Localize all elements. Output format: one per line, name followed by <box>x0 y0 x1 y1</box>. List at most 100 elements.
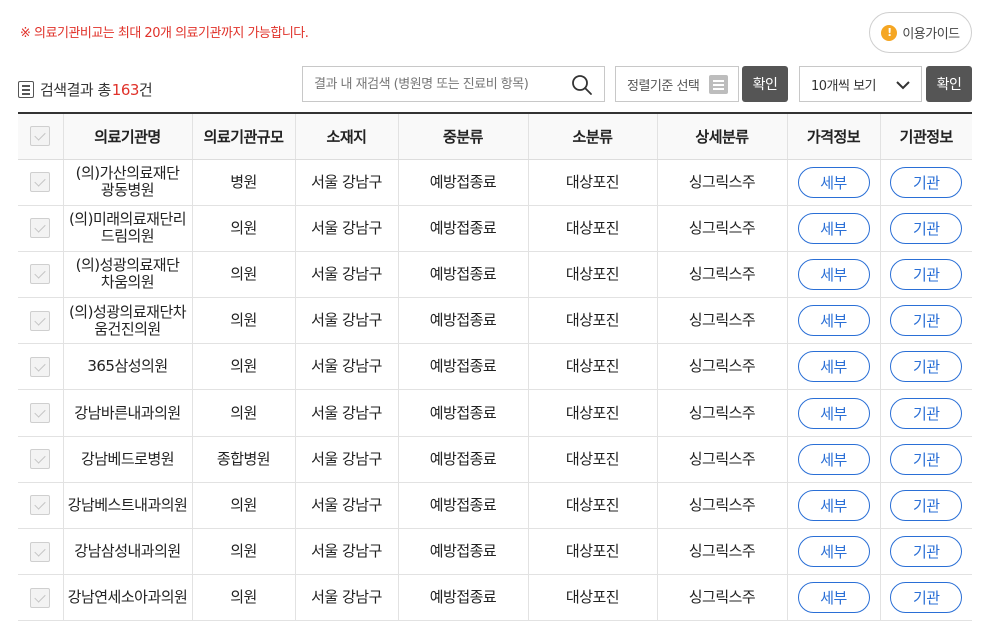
mid-category: 예방접종료 <box>397 343 528 391</box>
table-row: 강남베드로병원 종합병원 서울 강남구 예방접종료 대상포진 싱그릭스주 세부 기관 <box>18 436 972 483</box>
institution-location: 서울 강남구 <box>294 251 398 299</box>
table-header-row: 의료기관명 의료기관규모 소재지 중분류 소분류 상세분류 가격정보 기관정보 <box>18 113 972 160</box>
price-info-cell: 세부 <box>786 436 880 483</box>
result-count-wrap: 163건 <box>112 79 153 100</box>
small-category: 대상포진 <box>527 528 657 576</box>
org-info-button[interactable]: 기관 <box>890 351 963 383</box>
price-detail-button[interactable]: 세부 <box>797 397 870 429</box>
row-checkbox[interactable] <box>30 587 51 608</box>
per-page-select[interactable]: 10개씩 보기 <box>799 66 922 102</box>
header-small-category: 소분류 <box>527 113 657 160</box>
row-checkbox[interactable] <box>30 264 51 285</box>
header-org-info: 기관정보 <box>879 113 972 160</box>
result-suffix: 건 <box>138 81 153 99</box>
table-row: (의)성광의료재단차움건진의원 의원 서울 강남구 예방접종료 대상포진 싱그릭스주 세부 기… <box>18 297 972 345</box>
org-info-button[interactable]: 기관 <box>890 212 963 244</box>
institution-location: 서울 강남구 <box>294 574 398 622</box>
user-guide-button[interactable]: ! 이용가이드 <box>869 12 972 53</box>
row-checkbox[interactable] <box>30 541 51 562</box>
price-detail-button[interactable]: 세부 <box>797 305 870 337</box>
org-info-cell: 기관 <box>879 528 972 576</box>
results-table: 의료기관명 의료기관규모 소재지 중분류 소분류 상세분류 가격정보 기관정보 … <box>18 112 972 622</box>
institution-name: (의)미래의료재단리드림의원 <box>62 205 192 252</box>
institution-name: 강남베드로병원 <box>62 436 192 483</box>
detail-category: 싱그릭스주 <box>656 482 787 530</box>
price-detail-button[interactable]: 세부 <box>797 582 870 614</box>
row-select-cell <box>18 528 63 576</box>
row-select-cell <box>18 343 63 391</box>
header-size: 의료기관규모 <box>191 113 295 160</box>
per-page-selected: 10개씩 보기 <box>811 78 877 94</box>
org-info-button[interactable]: 기관 <box>890 258 963 290</box>
list-icon <box>18 81 34 98</box>
table-row: 강남바른내과의원 의원 서울 강남구 예방접종료 대상포진 싱그릭스주 세부 기관 <box>18 389 972 437</box>
detail-category: 싱그릭스주 <box>656 205 787 252</box>
institution-location: 서울 강남구 <box>294 389 398 437</box>
price-info-cell: 세부 <box>786 528 880 576</box>
org-info-button[interactable]: 기관 <box>890 305 963 337</box>
table-row: (의)성광의료재단 차움의원 의원 서울 강남구 예방접종료 대상포진 싱그릭스주 세부 기관 <box>18 251 972 299</box>
per-page-confirm-button[interactable]: 확인 <box>926 66 972 102</box>
row-checkbox[interactable] <box>30 495 51 516</box>
org-info-cell: 기관 <box>879 159 972 206</box>
sort-select[interactable]: 정렬기준 선택 <box>615 66 739 102</box>
header-name: 의료기관명 <box>62 113 192 160</box>
institution-name: 강남베스트내과의원 <box>62 482 192 530</box>
small-category: 대상포진 <box>527 297 657 345</box>
small-category: 대상포진 <box>527 436 657 483</box>
search-result-summary: 검색결과 총 163건 <box>18 79 153 100</box>
search-input[interactable] <box>303 67 553 101</box>
search-icon[interactable] <box>571 74 593 96</box>
price-detail-button[interactable]: 세부 <box>797 166 870 198</box>
mid-category: 예방접종료 <box>397 482 528 530</box>
small-category: 대상포진 <box>527 159 657 206</box>
row-checkbox[interactable] <box>30 218 51 239</box>
detail-category: 싱그릭스주 <box>656 436 787 483</box>
institution-size: 병원 <box>191 159 295 206</box>
small-category: 대상포진 <box>527 205 657 252</box>
org-info-cell: 기관 <box>879 389 972 437</box>
header-mid-category: 중분류 <box>397 113 528 160</box>
institution-name: 강남연세소아과의원 <box>62 574 192 622</box>
institution-size: 종합병원 <box>191 436 295 483</box>
header-select-all <box>18 113 63 160</box>
row-checkbox[interactable] <box>30 172 51 193</box>
row-checkbox[interactable] <box>30 356 51 377</box>
small-category: 대상포진 <box>527 251 657 299</box>
org-info-button[interactable]: 기관 <box>890 582 963 614</box>
sort-confirm-button[interactable]: 확인 <box>742 66 788 102</box>
price-detail-button[interactable]: 세부 <box>797 443 870 475</box>
row-select-cell <box>18 574 63 622</box>
detail-category: 싱그릭스주 <box>656 251 787 299</box>
chevron-down-icon <box>896 81 910 90</box>
detail-category: 싱그릭스주 <box>656 297 787 345</box>
row-select-cell <box>18 389 63 437</box>
price-detail-button[interactable]: 세부 <box>797 351 870 383</box>
row-checkbox[interactable] <box>30 403 51 424</box>
org-info-button[interactable]: 기관 <box>890 443 963 475</box>
price-info-cell: 세부 <box>786 343 880 391</box>
mid-category: 예방접종료 <box>397 297 528 345</box>
search-box <box>302 66 605 102</box>
header-price-info: 가격정보 <box>786 113 880 160</box>
row-checkbox[interactable] <box>30 449 51 470</box>
row-checkbox[interactable] <box>30 310 51 331</box>
price-info-cell: 세부 <box>786 389 880 437</box>
org-info-button[interactable]: 기관 <box>890 489 963 521</box>
price-detail-button[interactable]: 세부 <box>797 536 870 568</box>
institution-name: 강남삼성내과의원 <box>62 528 192 576</box>
header-location: 소재지 <box>294 113 398 160</box>
org-info-button[interactable]: 기관 <box>890 166 963 198</box>
price-detail-button[interactable]: 세부 <box>797 489 870 521</box>
select-all-checkbox[interactable] <box>30 126 51 147</box>
org-info-cell: 기관 <box>879 297 972 345</box>
sort-select-label: 정렬기준 선택 <box>627 78 700 94</box>
org-info-button[interactable]: 기관 <box>890 536 963 568</box>
org-info-button[interactable]: 기관 <box>890 397 963 429</box>
price-detail-button[interactable]: 세부 <box>797 258 870 290</box>
org-info-cell: 기관 <box>879 482 972 530</box>
detail-category: 싱그릭스주 <box>656 528 787 576</box>
price-info-cell: 세부 <box>786 297 880 345</box>
institution-size: 의원 <box>191 528 295 576</box>
price-detail-button[interactable]: 세부 <box>797 212 870 244</box>
